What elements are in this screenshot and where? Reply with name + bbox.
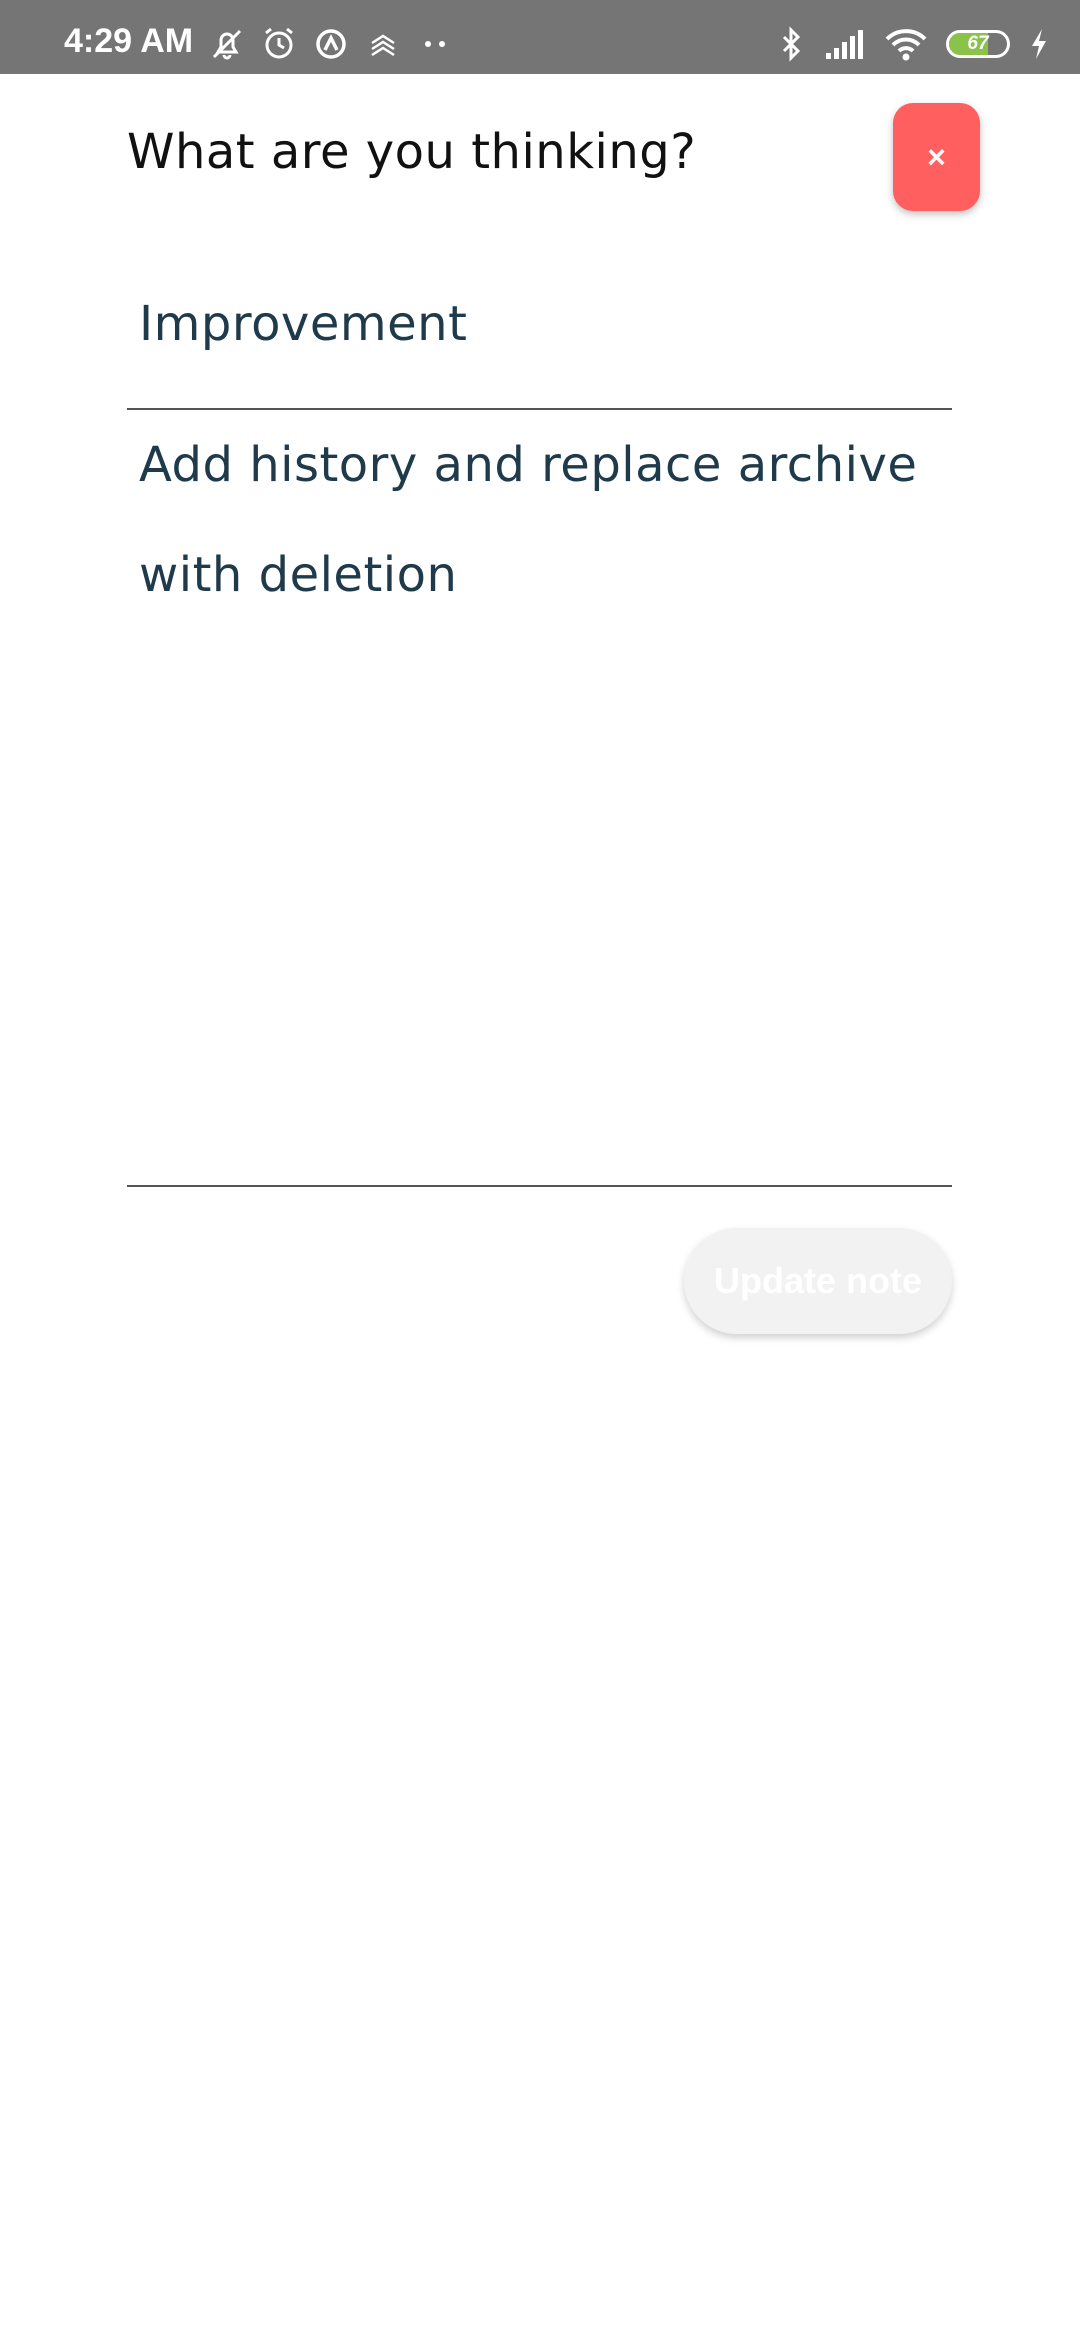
data-icon: [364, 25, 402, 63]
note-body-value[interactable]: Add history and replace archive with del…: [139, 410, 939, 630]
alarm-icon: [260, 25, 298, 63]
more-dots-icon: [416, 25, 454, 63]
battery-icon: 67: [946, 30, 1010, 58]
bluetooth-icon: [776, 25, 806, 63]
status-left-icons: [208, 24, 454, 64]
status-time: 4:29 AM: [64, 22, 194, 60]
status-right-icons: 67: [776, 24, 1050, 64]
battery-level-text: 67: [967, 33, 989, 54]
update-note-button[interactable]: Update note: [684, 1228, 952, 1334]
wifi-icon: [884, 25, 928, 63]
status-bar: 4:29 AM 67: [0, 0, 1080, 74]
signal-icon: [824, 25, 866, 63]
note-title-value[interactable]: Improvement: [139, 296, 467, 352]
dialog-heading: What are you thinking?: [127, 124, 697, 180]
muted-bell-icon: [208, 25, 246, 63]
close-button[interactable]: ×: [893, 103, 980, 211]
note-body-field[interactable]: Add history and replace archive with del…: [127, 410, 952, 1187]
sync-icon: [312, 25, 350, 63]
note-title-field[interactable]: Improvement: [127, 270, 952, 410]
charging-icon: [1028, 25, 1050, 63]
